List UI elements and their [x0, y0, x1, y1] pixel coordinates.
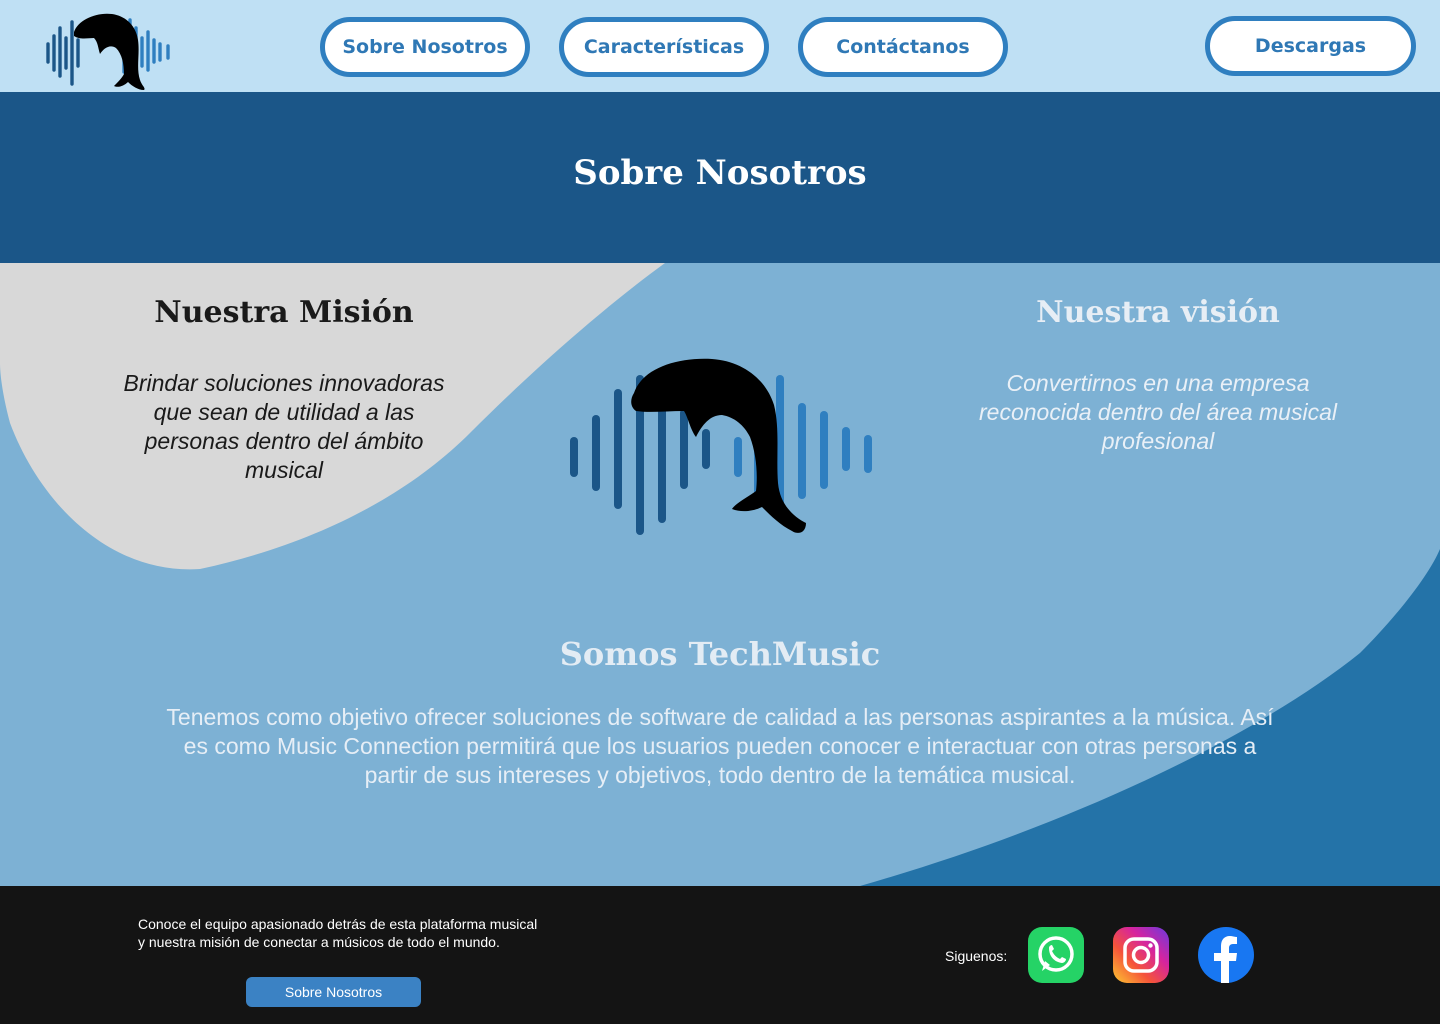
instagram-icon[interactable] — [1113, 927, 1169, 983]
site-footer: Conoce el equipo apasionado detrás de es… — [0, 886, 1440, 1024]
nav-sobre-nosotros[interactable]: Sobre Nosotros — [320, 17, 530, 77]
somos-title: Somos TechMusic — [559, 635, 881, 673]
dolphin-soundwave-icon — [570, 358, 872, 535]
mision-text: Brindar soluciones innovadoras que sean … — [123, 370, 445, 483]
dolphin-logo-icon[interactable] — [44, 10, 176, 90]
whatsapp-icon[interactable] — [1028, 927, 1084, 983]
mision-title: Nuestra Misión — [154, 295, 414, 330]
nav-caracteristicas[interactable]: Características — [559, 17, 769, 77]
follow-label: Siguenos: — [945, 948, 1008, 964]
nav-contactanos[interactable]: Contáctanos — [798, 17, 1008, 77]
page-title: Sobre Nosotros — [573, 153, 867, 193]
page-banner: Sobre Nosotros — [0, 92, 1440, 263]
footer-sobre-nosotros-button[interactable]: Sobre Nosotros — [246, 977, 421, 1007]
somos-text: Tenemos como objetivo ofrecer soluciones… — [166, 704, 1274, 788]
footer-description: Conoce el equipo apasionado detrás de es… — [138, 916, 538, 950]
vision-text: Convertirnos en una empresa reconocida d… — [979, 370, 1337, 454]
descargas-button[interactable]: Descargas — [1205, 16, 1416, 76]
vision-title: Nuestra visión — [1036, 295, 1280, 330]
about-section: Nuestra Misión Brindar soluciones innova… — [0, 263, 1440, 886]
facebook-icon[interactable] — [1198, 927, 1254, 983]
site-header: Sobre Nosotros Características Contáctan… — [0, 0, 1440, 92]
